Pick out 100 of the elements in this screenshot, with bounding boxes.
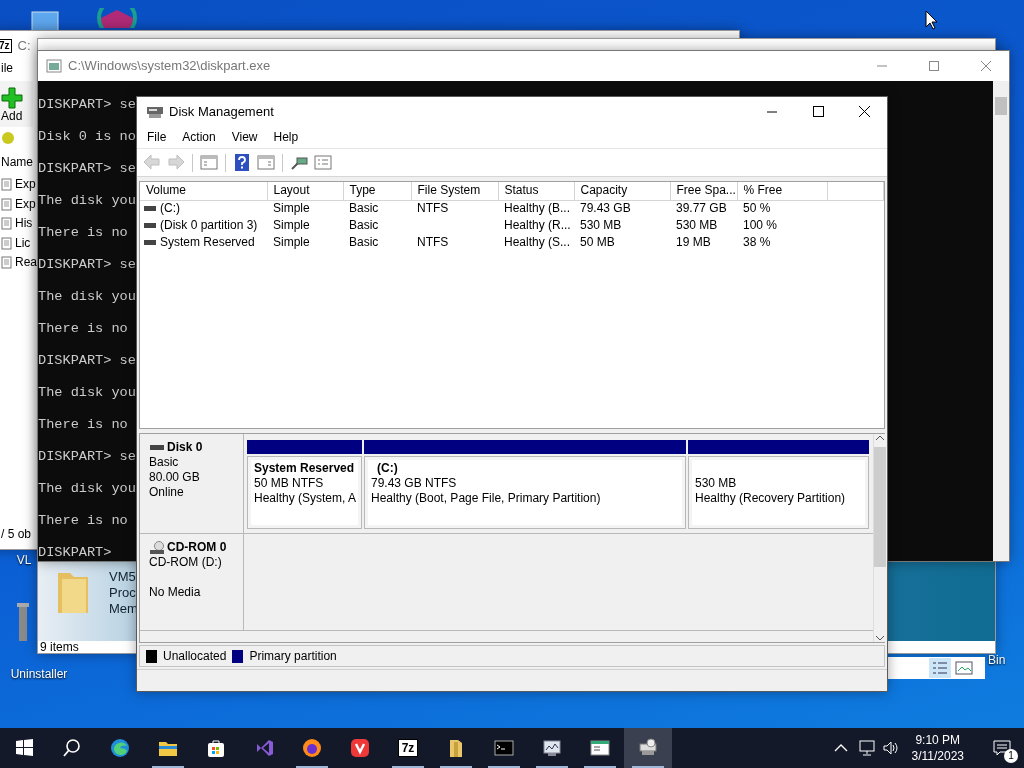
menu-item[interactable]: Action (174, 130, 224, 145)
menu-item[interactable]: Help (265, 130, 307, 145)
legend-label: Primary partition (249, 648, 337, 664)
hexagon-icon (97, 8, 137, 28)
console-line: DISKPART> se (38, 160, 136, 178)
window-title: C: (17, 37, 31, 55)
console-line: There is no (38, 416, 128, 434)
icon-label: Bin (988, 653, 1007, 668)
console-line: The disk you (38, 288, 136, 306)
table-cell: 50 % (743, 201, 771, 216)
console-line: DISKPART> (38, 544, 112, 562)
partition-size: 79.43 GB NTFS (371, 476, 458, 491)
browser-icon[interactable] (110, 738, 130, 758)
table-cell: 100 % (743, 218, 778, 232)
column-header[interactable]: Capacity (574, 182, 670, 200)
chevron-up-icon[interactable] (833, 743, 848, 753)
console-line: DISKPART> se (38, 96, 136, 114)
drive-icon (149, 443, 165, 452)
window-title: Disk Management (169, 103, 274, 121)
console-icon (46, 59, 62, 73)
console-line: The disk you (38, 480, 136, 498)
column-icon (16, 603, 30, 643)
console-line: DISKPART> se (38, 352, 136, 370)
help-icon[interactable] (232, 152, 252, 173)
cursor-icon (925, 10, 939, 30)
disk-info: Basic (149, 455, 180, 470)
drive-icon (144, 205, 156, 212)
table-cell: Healthy (S... (504, 235, 571, 249)
table-cell: 38 % (743, 235, 771, 249)
partition-status: Healthy (Recovery Partition) (695, 491, 847, 506)
column-header[interactable]: Status (498, 182, 574, 200)
icon-label: Uninstaller (9, 667, 69, 682)
disk-icon[interactable] (638, 738, 658, 758)
window-icon[interactable] (590, 738, 610, 758)
file-name[interactable]: Exp (15, 177, 36, 193)
speaker-icon[interactable] (881, 740, 900, 756)
column-header[interactable]: File System (411, 182, 498, 200)
disk-name: Disk 0 (167, 440, 203, 455)
plus-icon (1, 87, 23, 109)
partition-box[interactable]: System Reserved 50 MB NTFS Healthy (System, A (247, 456, 362, 529)
drive-icon (144, 222, 156, 229)
table-cell: Simple (273, 218, 310, 232)
table-cell: 39.77 GB (676, 201, 727, 216)
menu-item[interactable]: ile (1, 61, 13, 81)
table-cell: (Disk 0 partition 3) (160, 218, 258, 233)
scrollbar[interactable] (993, 81, 1009, 561)
shopping-bag-icon[interactable] (206, 738, 226, 758)
app-icon: 7z (0, 39, 12, 53)
table-cell: Basic (349, 235, 379, 249)
status-text: 9 items (40, 640, 79, 655)
scrollbar[interactable] (873, 434, 886, 642)
table-cell: NTFS (417, 201, 449, 216)
v-logo-icon[interactable] (350, 738, 370, 758)
date-text: 3/11/2023 (911, 748, 964, 764)
window-title: C:\Windows\system32\diskpart.exe (68, 57, 271, 75)
disk-name: CD-ROM 0 (167, 540, 227, 555)
column-header[interactable]: Type (343, 182, 411, 200)
thumbnail-view-icon[interactable] (953, 658, 975, 678)
partition-box[interactable]: 530 MB Healthy (Recovery Partition) (688, 456, 869, 529)
column-header[interactable]: Layout (267, 182, 343, 200)
legend-label: Unallocated (163, 648, 227, 664)
file-name[interactable]: His (15, 216, 33, 232)
table-cell: 19 MB (676, 235, 711, 249)
preview-text: Proc (109, 585, 137, 601)
partition-name: (C:) (376, 461, 399, 476)
file-name[interactable]: Lic (15, 235, 31, 251)
circle-icon (1, 131, 15, 145)
console-line: DISKPART> se (38, 256, 136, 274)
table-cell: NTFS (417, 235, 449, 249)
table-cell: 530 MB (676, 218, 718, 232)
table-cell: Basic (349, 218, 379, 232)
menu-item[interactable]: View (223, 130, 266, 145)
disk-icon (145, 104, 165, 120)
column-header[interactable]: % Free (737, 182, 827, 200)
start-icon[interactable] (14, 738, 34, 758)
column-header[interactable]: Free Spa... (670, 182, 737, 200)
app-icon[interactable]: 7z (397, 739, 419, 757)
column-header[interactable]: Name (1, 155, 33, 169)
chevron-up-icon (875, 434, 885, 442)
console-line: DISKPART> se (38, 448, 136, 466)
network-icon[interactable] (857, 740, 876, 756)
notification-button[interactable]: 1 (980, 728, 1024, 768)
table-cell: 79.43 GB (580, 201, 631, 216)
partition-status: Healthy (System, A (254, 491, 358, 506)
column-header[interactable]: Volume (140, 182, 267, 200)
disk-info: CD-ROM (D:) (149, 555, 223, 570)
clock[interactable]: 9:10 PM 3/11/2023 (911, 732, 964, 764)
partition-box[interactable]: (C:) 79.43 GB NTFS Healthy (Boot, Page File, Primary Partition) (364, 456, 686, 529)
drive-icon (144, 239, 156, 246)
console-line: The disk you (38, 384, 136, 402)
file-name[interactable]: Rea (15, 255, 37, 271)
search-icon[interactable] (62, 738, 82, 758)
console-line: There is no (38, 224, 128, 242)
details-view-icon[interactable] (929, 658, 951, 678)
menu-item[interactable]: File (139, 130, 175, 145)
table-cell: Healthy (B... (504, 201, 571, 216)
table-cell: 50 MB (580, 235, 615, 249)
console-icon[interactable] (494, 738, 514, 758)
chart-window-icon[interactable] (542, 738, 562, 758)
file-name[interactable]: Exp (15, 196, 36, 212)
